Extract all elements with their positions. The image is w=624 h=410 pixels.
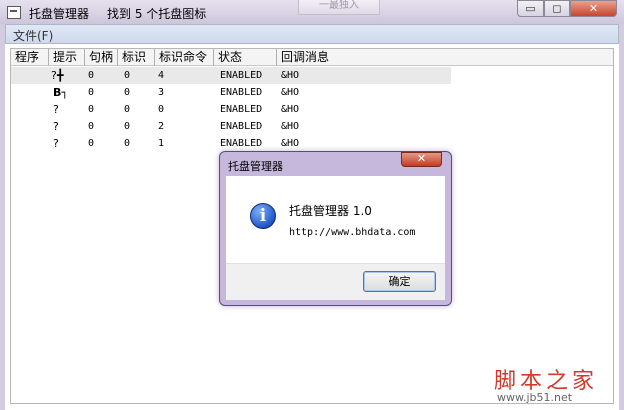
column-header-id[interactable]: 标识: [118, 49, 155, 66]
dialog-app-version: 托盘管理器 1.0: [289, 204, 372, 218]
table-row[interactable]: ? 0 0 0 ENABLED &HO: [11, 101, 451, 118]
app-icon: [7, 6, 21, 19]
column-header-id-command[interactable]: 标识命令: [155, 49, 214, 66]
cell-handle: 0: [88, 138, 95, 149]
dialog-title: 托盘管理器: [228, 160, 283, 173]
title-bar: 托盘管理器 找到 5 个托盘图标 一最独入 ▭ ◻ ✕: [0, 0, 624, 24]
window-frame-left: [0, 24, 5, 410]
cell-status: ENABLED: [220, 87, 263, 98]
watermark-url: www.jb51.net: [497, 391, 573, 404]
ghost-window-tab: 一最独入: [298, 0, 380, 15]
cell-id: 0: [124, 104, 131, 115]
window-title: 托盘管理器: [29, 7, 90, 21]
cell-status: ENABLED: [220, 121, 263, 132]
dialog-close-button[interactable]: ✕: [401, 152, 442, 167]
menu-file[interactable]: 文件(F): [13, 27, 53, 44]
menu-bar: 文件(F): [5, 24, 619, 44]
cell-id-command: 4: [158, 70, 165, 81]
minimize-button[interactable]: ▭: [517, 0, 544, 17]
column-header-status[interactable]: 状态: [214, 49, 277, 66]
cell-status: ENABLED: [220, 138, 263, 149]
cell-status: ENABLED: [220, 104, 263, 115]
cell-callback: &HO: [281, 70, 300, 81]
cell-id: 0: [124, 70, 131, 81]
cell-id: 0: [124, 121, 131, 132]
window-frame-right: [619, 24, 624, 410]
cell-id-command: 3: [158, 87, 165, 98]
table-row[interactable]: ? 0 0 1 ENABLED &HO: [11, 135, 451, 152]
cell-id-command: 2: [158, 121, 165, 132]
cell-tip: ?: [53, 103, 59, 116]
cell-callback: &HO: [281, 121, 300, 132]
cell-handle: 0: [88, 104, 95, 115]
cell-id: 0: [124, 138, 131, 149]
cell-status: ENABLED: [220, 70, 263, 81]
dialog-body: i 托盘管理器 1.0 http://www.bhdata.com 确定: [226, 176, 445, 300]
cell-id-command: 0: [158, 104, 165, 115]
maximize-button[interactable]: ◻: [544, 0, 570, 17]
cell-handle: 0: [88, 87, 95, 98]
about-dialog: 托盘管理器 ✕ i 托盘管理器 1.0 http://www.bhdata.co…: [219, 151, 452, 306]
cell-callback: &HO: [281, 87, 300, 98]
status-text: 找到 5 个托盘图标: [107, 7, 207, 21]
cell-id: 0: [124, 87, 131, 98]
dialog-footer: 确定: [226, 263, 445, 300]
close-button[interactable]: ✕: [570, 0, 617, 17]
info-icon: i: [250, 203, 276, 229]
table-row[interactable]: ?╋ 0 0 4 ENABLED &HO: [11, 67, 451, 84]
column-header-callback[interactable]: 回调消息: [277, 49, 613, 66]
cell-callback: &HO: [281, 138, 300, 149]
cell-tip: ?╋: [51, 69, 64, 82]
cell-tip: ?: [53, 137, 59, 150]
column-header-program[interactable]: 程序: [11, 49, 49, 66]
ok-button[interactable]: 确定: [363, 271, 436, 292]
cell-handle: 0: [88, 121, 95, 132]
cell-id-command: 1: [158, 138, 165, 149]
table-row[interactable]: ? 0 0 2 ENABLED &HO: [11, 118, 451, 135]
column-header-handle[interactable]: 句柄: [85, 49, 118, 66]
column-header-tip[interactable]: 提示: [49, 49, 85, 66]
table-row[interactable]: B┐ 0 0 3 ENABLED &HO: [11, 84, 451, 101]
cell-tip: ?: [53, 120, 59, 133]
cell-tip: B┐: [53, 86, 69, 99]
cell-callback: &HO: [281, 104, 300, 115]
dialog-url: http://www.bhdata.com: [289, 227, 416, 238]
cell-handle: 0: [88, 70, 95, 81]
